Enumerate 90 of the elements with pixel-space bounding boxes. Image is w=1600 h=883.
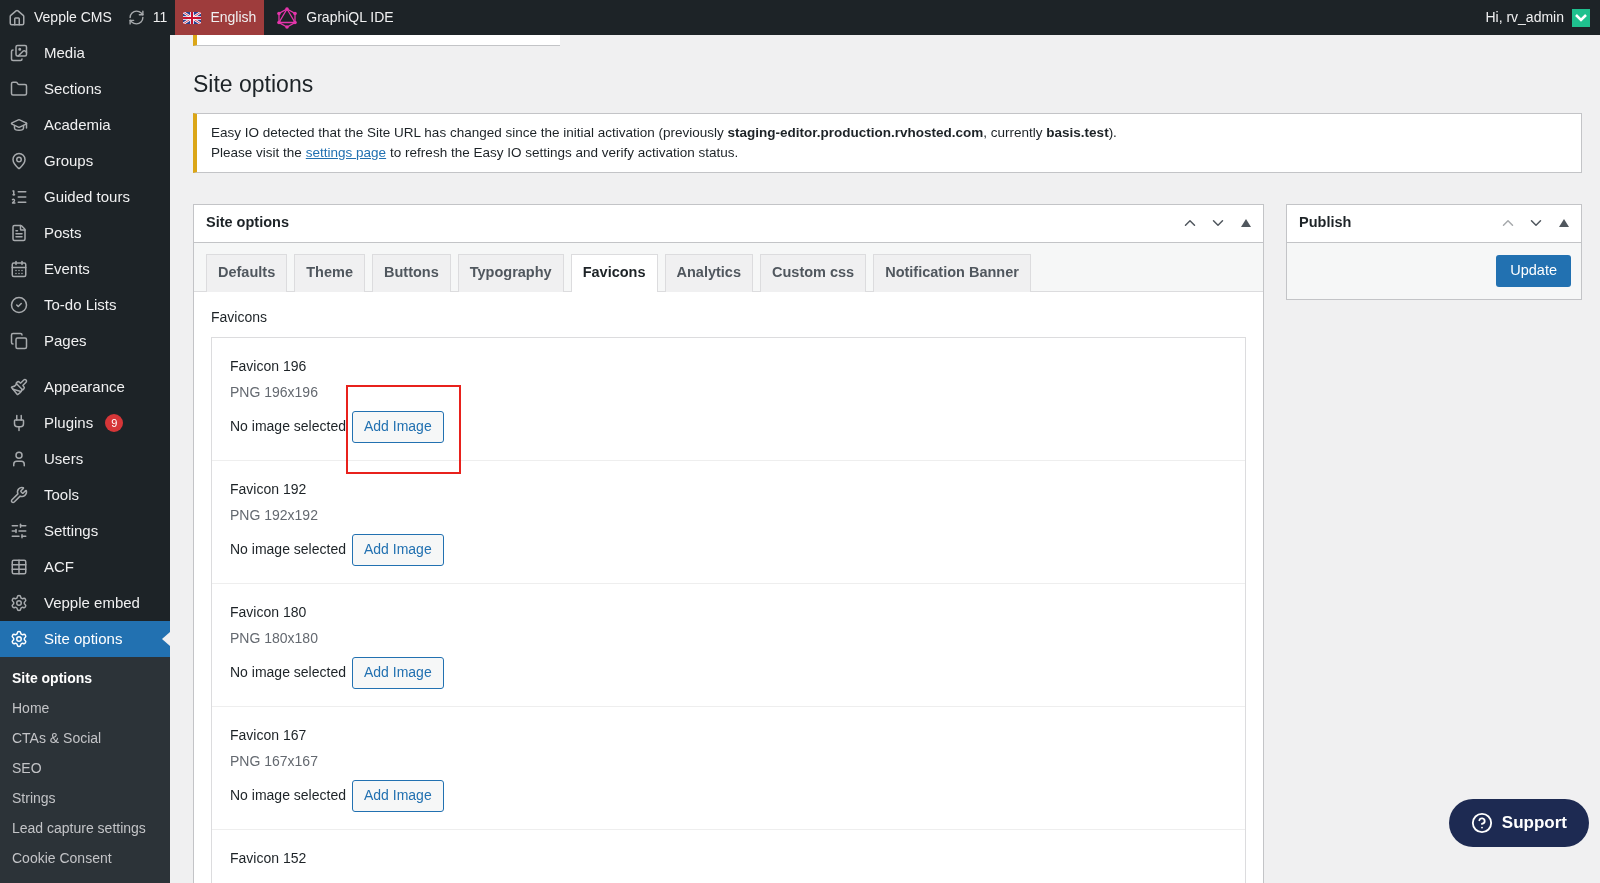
support-button[interactable]: Support — [1448, 799, 1589, 847]
calendar-icon — [10, 260, 28, 278]
gear-icon — [10, 594, 28, 612]
sidebar-item[interactable]: ACF — [0, 549, 170, 585]
graphiql-link[interactable]: GraphiQL IDE — [264, 0, 406, 35]
flag-icon — [183, 11, 202, 24]
count-badge: 9 — [105, 414, 124, 432]
media-icon — [10, 44, 28, 62]
page-title: Site options — [193, 70, 315, 99]
sidebar-item[interactable]: Users — [0, 441, 170, 477]
tab[interactable]: Analytics — [664, 253, 753, 292]
document-icon — [10, 224, 28, 242]
sidebar-item[interactable]: Guided tours — [0, 179, 170, 215]
add-image-button[interactable]: Add Image — [351, 779, 444, 812]
tab[interactable]: Typography — [457, 253, 564, 292]
sidebar-item[interactable]: To-do Lists — [0, 287, 170, 323]
field-title: Favicon 196 — [230, 357, 308, 375]
gear-icon — [10, 630, 28, 648]
collapse-icon[interactable] — [1559, 219, 1569, 227]
submenu-item[interactable]: Site options — [0, 663, 170, 693]
submenu-item[interactable]: Strings — [0, 783, 170, 813]
tab[interactable]: Theme — [294, 253, 365, 292]
sidebar-item[interactable]: Posts — [0, 215, 170, 251]
submenu-item[interactable]: Cookie Consent — [0, 843, 170, 873]
sidebar-item[interactable]: Academia — [0, 107, 170, 143]
account-link[interactable]: Hi, rv_admin — [1485, 7, 1600, 28]
sidebar-item[interactable]: Pages — [0, 323, 170, 359]
collapse-icon[interactable] — [1241, 219, 1251, 227]
add-image-button[interactable]: Add Image — [351, 656, 444, 689]
pointer-icon — [162, 632, 170, 646]
submenu-item[interactable]: CTAs & Social — [0, 723, 170, 753]
sidebar-item[interactable]: Sections — [0, 71, 170, 107]
submenu-item[interactable]: Lead capture settings — [0, 813, 170, 843]
field-title: Favicon 152 — [230, 849, 308, 867]
language-switcher[interactable]: English — [175, 0, 265, 35]
field-title: Favicon 180 — [230, 603, 308, 621]
notice-text: Please visit the — [211, 143, 302, 162]
section-label: Favicons — [211, 308, 269, 326]
field-description: PNG 192x192 — [230, 506, 319, 524]
site-link[interactable]: Vepple CMS — [0, 0, 120, 35]
add-image-button[interactable]: Add Image — [351, 533, 444, 566]
notice-text: Easy IO detected that the Site URL has changed since the initial activation (previously staging-editor.production.rvhosted.com, currently basis.test). — [211, 123, 1118, 142]
sidebar-item[interactable]: Plugins 9 — [0, 405, 170, 441]
tab[interactable]: Custom css — [760, 253, 867, 292]
sidebar-item[interactable]: Settings — [0, 513, 170, 549]
sliders-icon — [10, 522, 28, 540]
tab[interactable]: Defaults — [206, 253, 288, 292]
user-icon — [10, 450, 28, 468]
folder-icon — [10, 80, 28, 98]
field-title: Favicon 167 — [230, 726, 308, 744]
tab[interactable]: Notification Banner — [873, 253, 1031, 292]
sidebar-item[interactable]: Media — [0, 35, 170, 71]
field-description: PNG 180x180 — [230, 629, 319, 647]
list-icon — [10, 188, 28, 206]
check-circle-icon — [10, 296, 28, 314]
sidebar-item[interactable]: Groups — [0, 143, 170, 179]
avatar-icon — [1572, 8, 1590, 27]
update-button[interactable]: Update — [1496, 254, 1571, 287]
image-status: No image selected — [230, 663, 346, 682]
settings-link[interactable]: settings page — [305, 142, 387, 163]
sidebar-item[interactable]: Events — [0, 251, 170, 287]
field-description: PNG 196x196 — [230, 383, 319, 401]
graphql-logo-icon — [276, 6, 299, 29]
panel-title: Publish — [1299, 213, 1352, 233]
image-status: No image selected — [230, 417, 346, 436]
help-icon — [1470, 812, 1493, 834]
refresh-icon — [127, 9, 145, 26]
tab[interactable]: Buttons — [371, 253, 451, 292]
graduation-cap-icon — [10, 116, 28, 134]
image-status: No image selected — [230, 540, 346, 559]
updates-link[interactable]: 11 — [119, 0, 176, 35]
sidebar-item[interactable]: Appearance — [0, 369, 170, 405]
tab[interactable]: Favicons — [570, 253, 658, 292]
panel-title: Site options — [206, 213, 289, 233]
submenu-item[interactable]: SEO — [0, 753, 170, 783]
add-image-button[interactable]: Add Image — [351, 410, 444, 443]
sidebar-item[interactable]: Vepple embed — [0, 585, 170, 621]
brush-icon — [10, 378, 28, 396]
sidebar-item[interactable]: Site options — [0, 621, 170, 657]
pin-icon — [10, 152, 28, 170]
table-icon — [10, 558, 28, 576]
wrench-icon — [10, 486, 28, 504]
submenu-item[interactable]: Home — [0, 693, 170, 723]
home-icon — [8, 8, 26, 27]
notice-text: to refresh the Easy IO settings and verify activation status. — [390, 143, 739, 162]
field-title: Favicon 192 — [230, 480, 308, 498]
image-status: No image selected — [230, 786, 346, 805]
sidebar-item[interactable]: Tools — [0, 477, 170, 513]
field-description: PNG 167x167 — [230, 752, 319, 770]
pages-icon — [10, 332, 28, 350]
